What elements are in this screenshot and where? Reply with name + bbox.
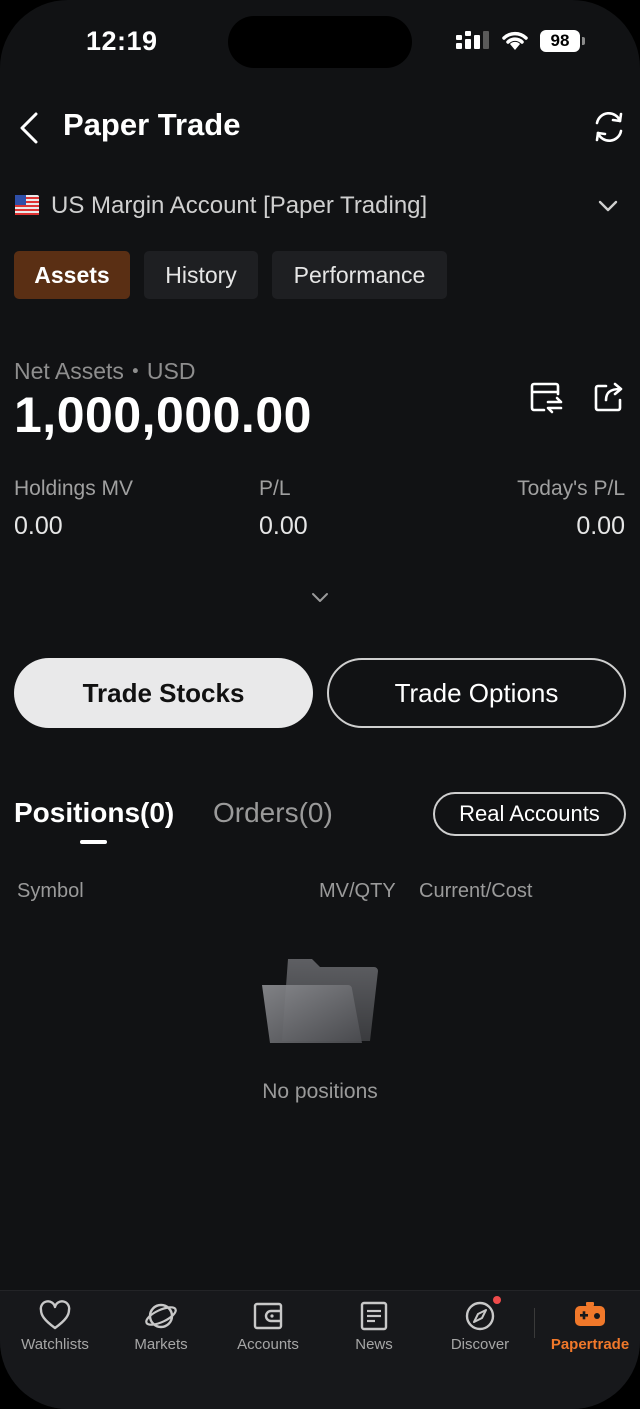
wifi-icon bbox=[502, 31, 528, 50]
battery-indicator: 98 bbox=[540, 30, 586, 52]
planet-icon bbox=[145, 1303, 177, 1329]
nav-divider bbox=[534, 1308, 535, 1338]
chevron-down-icon[interactable] bbox=[596, 196, 620, 216]
nav-markets[interactable]: Markets bbox=[108, 1300, 214, 1360]
column-symbol: Symbol bbox=[17, 880, 84, 902]
nav-label-discover: Discover bbox=[450, 1336, 510, 1353]
tab-orders[interactable]: Orders(0) bbox=[213, 797, 333, 829]
nav-label-accounts: Accounts bbox=[237, 1336, 299, 1353]
holdings-mv-value: 0.00 bbox=[14, 512, 63, 540]
net-assets-value: 1,000,000.00 bbox=[14, 387, 312, 443]
net-assets-label: Net Assets・USD bbox=[14, 358, 196, 384]
us-flag-icon bbox=[15, 195, 39, 215]
page-title: Paper Trade bbox=[63, 107, 241, 142]
holdings-mv-label: Holdings MV bbox=[14, 477, 134, 500]
nav-label-markets: Markets bbox=[134, 1336, 188, 1353]
todays-pl-label: Today's P/L bbox=[517, 477, 625, 500]
notification-dot bbox=[493, 1296, 501, 1304]
trade-stocks-button[interactable]: Trade Stocks bbox=[14, 658, 313, 728]
signal-icon bbox=[456, 31, 489, 49]
account-selector[interactable]: US Margin Account [Paper Trading] bbox=[51, 192, 427, 220]
expand-chevron-icon[interactable] bbox=[310, 590, 330, 604]
nav-news[interactable]: News bbox=[321, 1300, 427, 1360]
nav-papertrade[interactable]: Papertrade bbox=[537, 1300, 640, 1360]
wallet-icon bbox=[253, 1302, 283, 1330]
pl-value: 0.00 bbox=[259, 512, 308, 540]
nav-label-news: News bbox=[355, 1336, 393, 1353]
pl-label: P/L bbox=[259, 477, 291, 500]
transfer-icon[interactable] bbox=[528, 380, 566, 416]
battery-level: 98 bbox=[540, 30, 580, 52]
news-icon bbox=[360, 1301, 388, 1331]
tab-positions[interactable]: Positions(0) bbox=[14, 797, 174, 829]
nav-label-papertrade: Papertrade bbox=[550, 1336, 630, 1353]
nav-accounts[interactable]: Accounts bbox=[215, 1300, 321, 1360]
empty-folder-icon bbox=[262, 959, 378, 1043]
real-accounts-button[interactable]: Real Accounts bbox=[433, 792, 626, 836]
tab-assets[interactable]: Assets bbox=[14, 251, 130, 299]
phone-screen: 12:19 98 Paper Trade US Margin Account [… bbox=[0, 0, 640, 1409]
back-arrow-icon[interactable] bbox=[12, 108, 46, 148]
trade-options-button[interactable]: Trade Options bbox=[327, 658, 626, 728]
gamepad-icon bbox=[575, 1302, 605, 1326]
dynamic-island bbox=[228, 16, 412, 68]
nav-label-watchlists: Watchlists bbox=[21, 1336, 89, 1353]
column-current-cost: Current/Cost bbox=[419, 880, 533, 902]
positions-tab-underline bbox=[80, 840, 107, 844]
nav-discover[interactable]: Discover bbox=[427, 1300, 533, 1360]
heart-icon bbox=[39, 1300, 71, 1330]
column-mv-qty: MV/QTY bbox=[319, 880, 396, 902]
nav-watchlists[interactable]: Watchlists bbox=[2, 1300, 108, 1360]
status-time: 12:19 bbox=[86, 26, 158, 56]
compass-icon bbox=[465, 1301, 495, 1331]
tab-performance[interactable]: Performance bbox=[272, 251, 447, 299]
refresh-icon[interactable] bbox=[590, 108, 628, 146]
empty-state-text: No positions bbox=[262, 1080, 378, 1103]
todays-pl-value: 0.00 bbox=[576, 512, 625, 540]
share-icon[interactable] bbox=[592, 380, 626, 414]
tab-history[interactable]: History bbox=[144, 251, 258, 299]
